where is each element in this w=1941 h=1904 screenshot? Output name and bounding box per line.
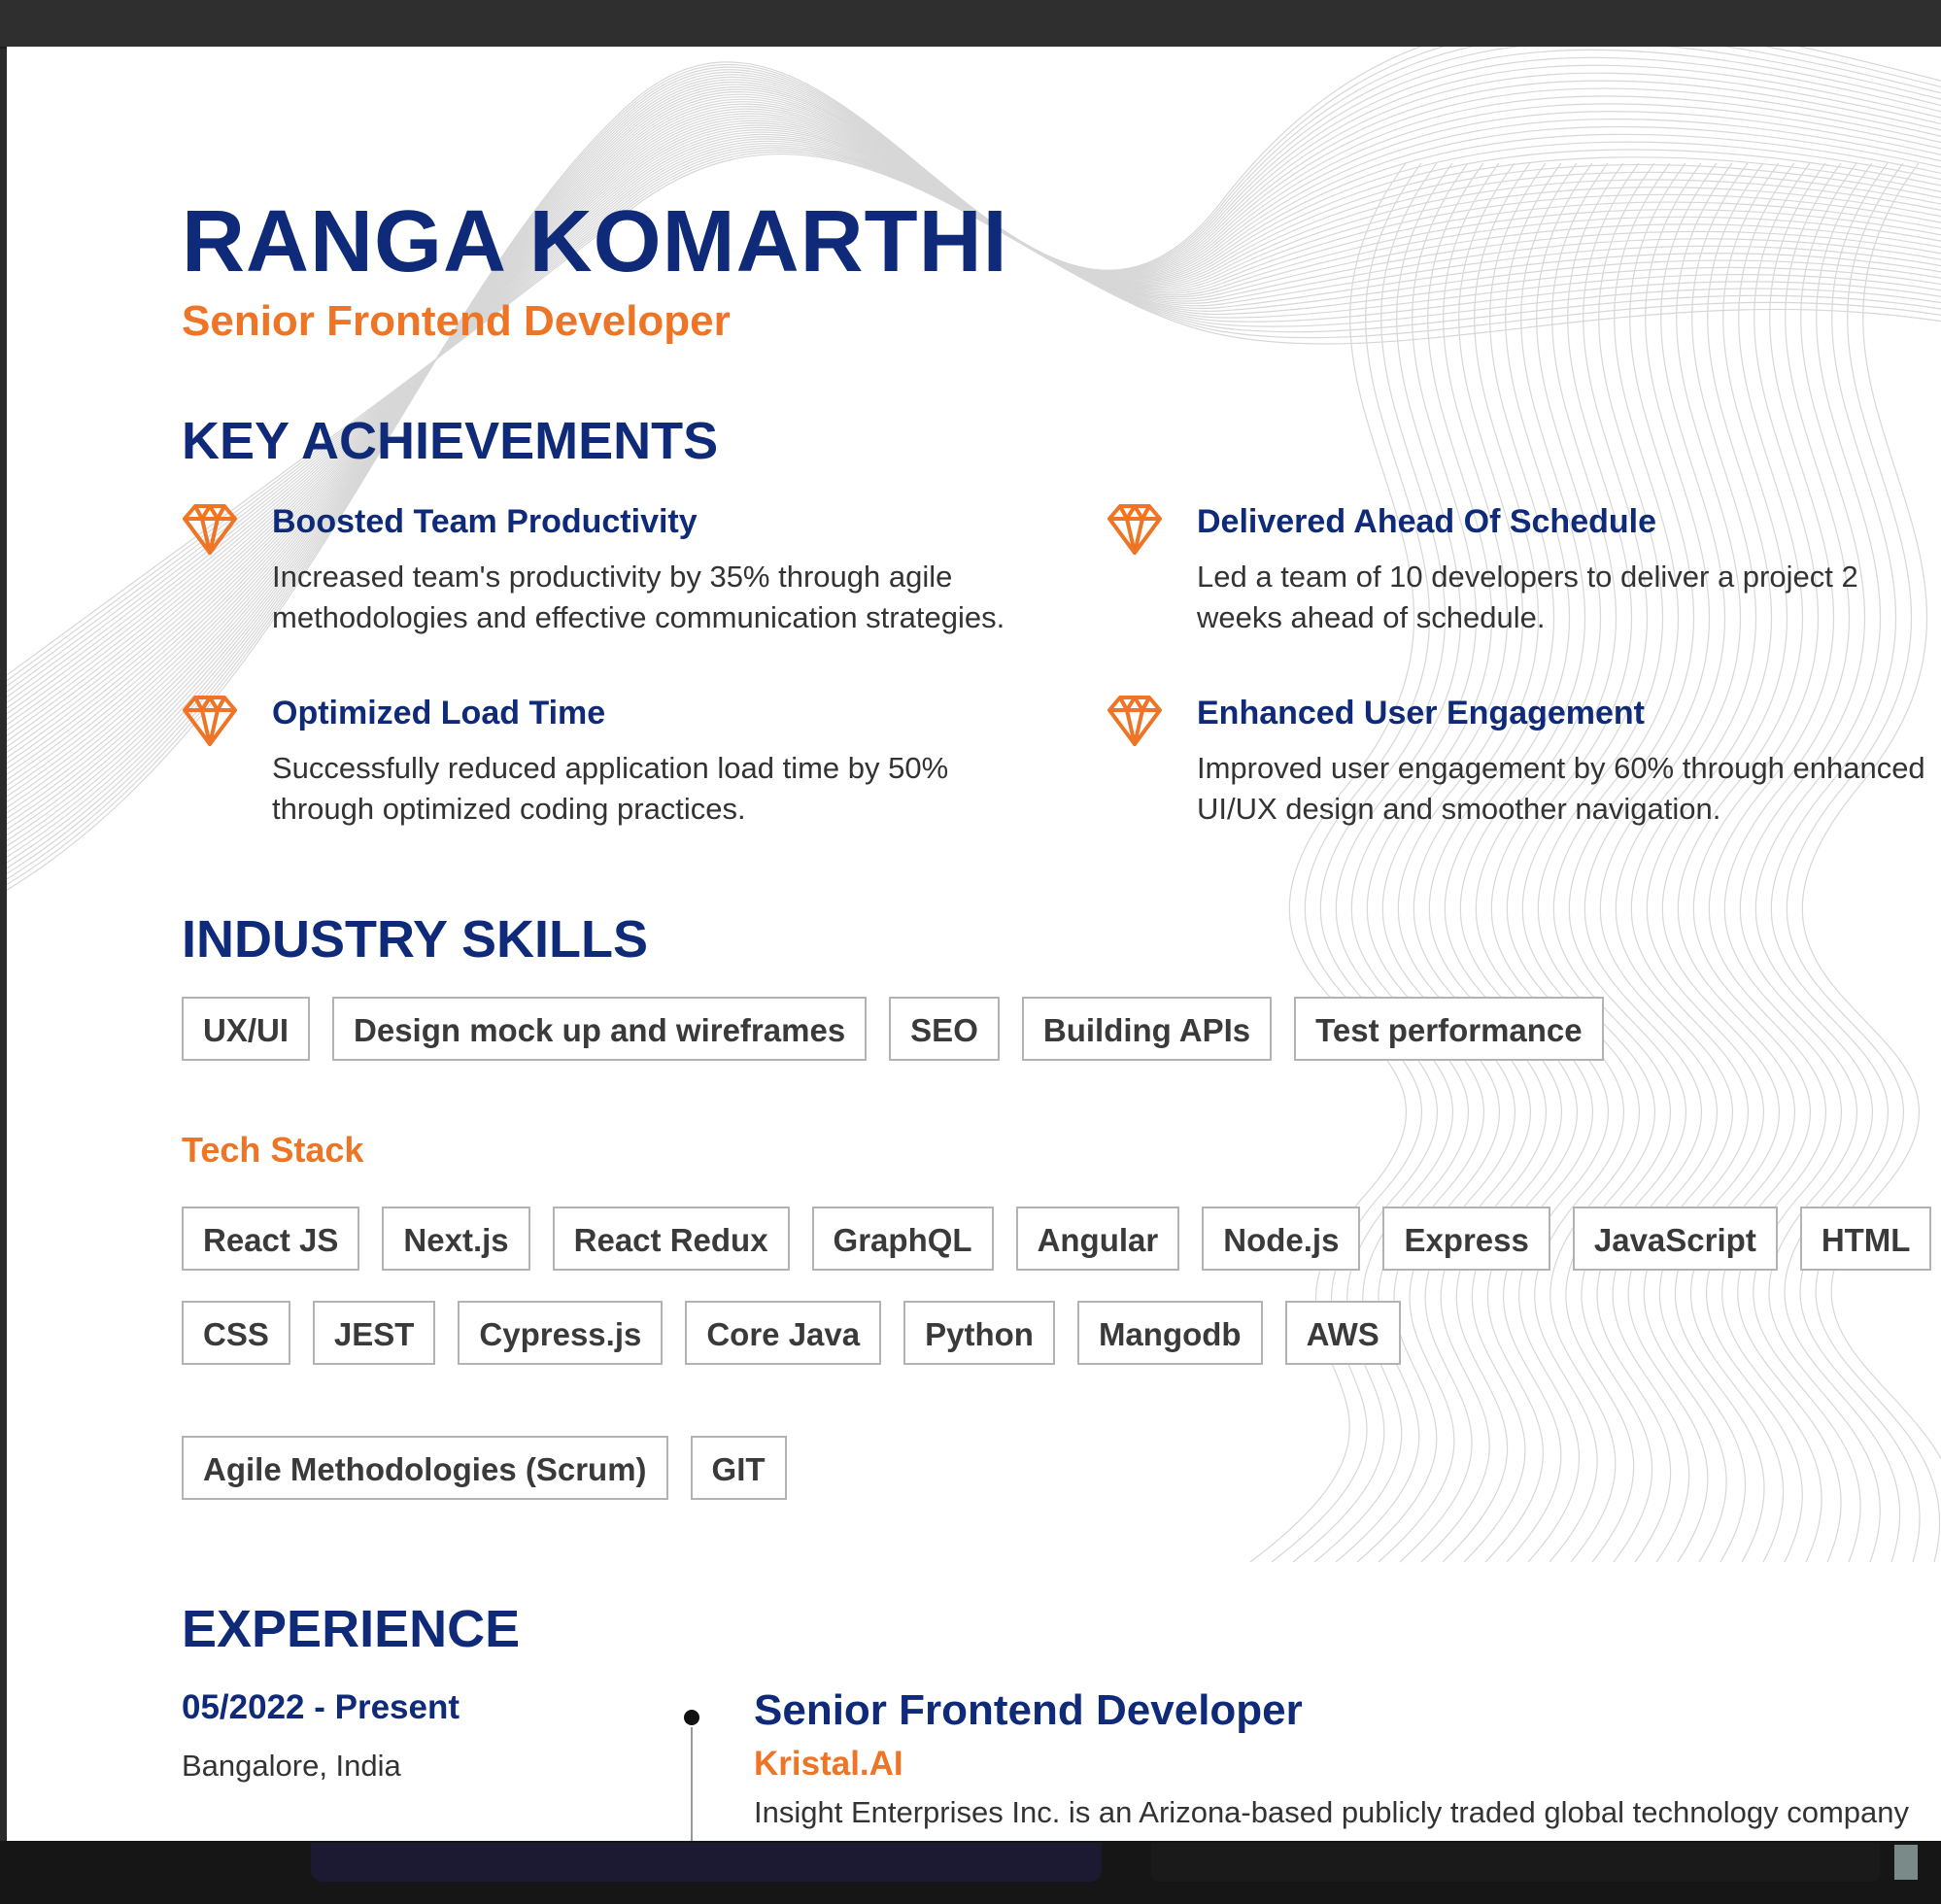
top-bar [0, 0, 1941, 49]
tech-stack-heading: Tech Stack [182, 1130, 364, 1170]
skill-tag: AWS [1284, 1301, 1401, 1365]
skill-tag: JEST [312, 1301, 436, 1365]
resume-page: RANGA KOMARTHI Senior Frontend Developer… [7, 47, 1941, 1841]
skill-tag: HTML [1799, 1207, 1932, 1271]
skill-tag: CSS [182, 1301, 290, 1365]
window-thumbnail[interactable] [1894, 1845, 1918, 1880]
window-thumbnail[interactable] [311, 1843, 1102, 1882]
skill-tag: Express [1382, 1207, 1550, 1271]
achievement-description: Increased team's productivity by 35% thr… [272, 560, 1005, 634]
tech-stack-list-row3: Agile Methodologies (Scrum) GIT [182, 1436, 809, 1500]
timeline-line [691, 1727, 693, 1841]
window-thumbnail[interactable] [1151, 1843, 1880, 1882]
skill-tag: Building APIs [1021, 997, 1273, 1061]
experience-company: Kristal.AI [754, 1745, 903, 1783]
skills-heading: INDUSTRY SKILLS [182, 910, 649, 969]
diamond-icon [182, 695, 238, 747]
taskbar [0, 1841, 1941, 1904]
skill-tag: GIT [690, 1436, 787, 1500]
diamond-icon [1107, 503, 1163, 556]
experience-role: Senior Frontend Developer [754, 1686, 1303, 1734]
achievement-title: Optimized Load Time [272, 695, 606, 731]
achievement-description: Led a team of 10 developers to deliver a… [1197, 560, 1858, 634]
achievement-title: Boosted Team Productivity [272, 503, 698, 540]
achievement-description: Improved user engagement by 60% through … [1197, 751, 1925, 826]
experience-description: Insight Enterprises Inc. is an Arizona-b… [754, 1795, 1910, 1829]
achievement-title: Delivered Ahead Of Schedule [1197, 503, 1656, 540]
skill-tag: Agile Methodologies (Scrum) [182, 1436, 668, 1500]
industry-skill-list: UX/UI Design mock up and wireframes SEO Bui… [182, 997, 1626, 1061]
skill-tag: Next.js [382, 1207, 530, 1271]
skill-tag: SEO [889, 997, 1000, 1061]
skill-tag: Core Java [685, 1301, 882, 1365]
tech-stack-list-row1: React JS Next.js React Redux GraphQL Angular… [182, 1207, 1941, 1271]
experience-date: 05/2022 - Present [182, 1688, 460, 1726]
candidate-title: Senior Frontend Developer [182, 297, 731, 345]
skill-tag: React Redux [552, 1207, 790, 1271]
skill-tag: React JS [182, 1207, 360, 1271]
diamond-icon [182, 503, 238, 556]
experience-heading: EXPERIENCE [182, 1600, 521, 1658]
skill-tag: Design mock up and wireframes [332, 997, 868, 1061]
skill-tag: Angular [1015, 1207, 1180, 1271]
tech-stack-list-row2: CSS JEST Cypress.js Core Java Python Mangodb A… [182, 1301, 1423, 1365]
achievement-title: Enhanced User Engagement [1197, 695, 1646, 731]
skill-tag: UX/UI [182, 997, 311, 1061]
timeline-dot [684, 1710, 699, 1725]
skill-tag: Cypress.js [458, 1301, 664, 1365]
skill-tag: Mangodb [1076, 1301, 1263, 1365]
candidate-name: RANGA KOMARTHI [182, 193, 1008, 290]
achievements-heading: KEY ACHIEVEMENTS [182, 412, 719, 470]
experience-location: Bangalore, India [182, 1749, 401, 1783]
achievement-description: Successfully reduced application load ti… [272, 751, 949, 826]
diamond-icon [1107, 695, 1163, 747]
skill-tag: GraphQL [811, 1207, 994, 1271]
skill-tag: Node.js [1202, 1207, 1361, 1271]
skill-tag: Test performance [1294, 997, 1604, 1061]
skill-tag: Python [903, 1301, 1055, 1365]
skill-tag: JavaScript [1572, 1207, 1778, 1271]
